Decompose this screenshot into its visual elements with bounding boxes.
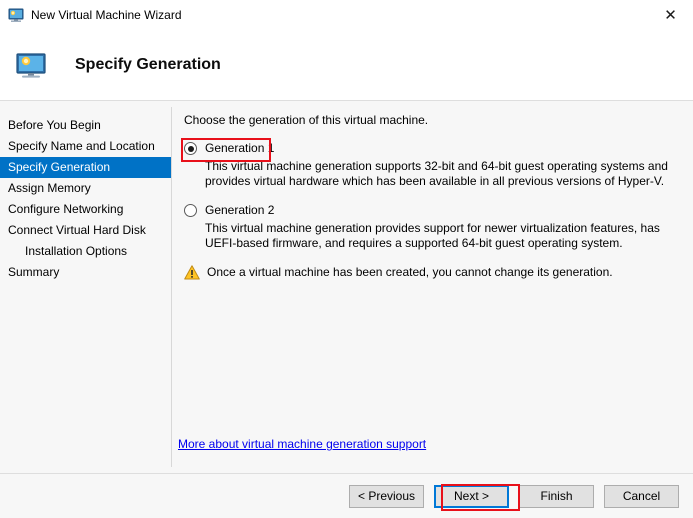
sidebar-item-before-you-begin[interactable]: Before You Begin — [0, 115, 171, 136]
finish-button[interactable]: Finish — [519, 484, 594, 508]
generation-1-label[interactable]: Generation 1 — [205, 141, 274, 155]
sidebar-item-summary[interactable]: Summary — [0, 262, 171, 283]
close-button[interactable]: ✕ — [648, 0, 693, 30]
generation-2-label[interactable]: Generation 2 — [205, 203, 274, 217]
virtual-machine-monitor-icon — [15, 49, 47, 81]
generation-1-option-row[interactable]: Generation 1 — [184, 141, 693, 155]
next-button[interactable]: Next > — [434, 484, 509, 508]
page-title: Specify Generation — [75, 56, 221, 73]
close-icon: ✕ — [664, 5, 677, 24]
sidebar-item-specify-name-and-location[interactable]: Specify Name and Location — [0, 136, 171, 157]
sidebar-item-installation-options[interactable]: Installation Options — [0, 241, 171, 262]
title-bar: New Virtual Machine Wizard ✕ — [0, 0, 693, 30]
generation-warning: Once a virtual machine has been created,… — [184, 265, 693, 280]
content-pane: Choose the generation of this virtual ma… — [172, 101, 693, 473]
generation-2-radio[interactable] — [184, 204, 197, 217]
previous-button[interactable]: < Previous — [349, 484, 424, 508]
warning-triangle-icon — [184, 265, 200, 280]
window-title: New Virtual Machine Wizard — [31, 8, 182, 22]
intro-text: Choose the generation of this virtual ma… — [184, 113, 429, 127]
generation-2-option-row[interactable]: Generation 2 — [184, 203, 693, 217]
more-about-generation-support-link[interactable]: More about virtual machine generation su… — [178, 437, 426, 451]
sidebar-item-specify-generation[interactable]: Specify Generation — [0, 157, 171, 178]
warning-text: Once a virtual machine has been created,… — [207, 265, 613, 279]
generation-2-description: This virtual machine generation provides… — [205, 221, 660, 250]
new-virtual-machine-wizard-window: New Virtual Machine Wizard ✕ Specify Gen… — [0, 0, 693, 518]
wizard-step-sidebar: Before You Begin Specify Name and Locati… — [0, 101, 171, 473]
wizard-header: Specify Generation — [0, 30, 693, 100]
sidebar-item-assign-memory[interactable]: Assign Memory — [0, 178, 171, 199]
wizard-footer: < Previous Next > Finish Cancel — [0, 474, 693, 518]
sidebar-item-connect-virtual-hard-disk[interactable]: Connect Virtual Hard Disk — [0, 220, 171, 241]
virtual-machine-monitor-icon — [8, 7, 24, 23]
sidebar-item-configure-networking[interactable]: Configure Networking — [0, 199, 171, 220]
cancel-button[interactable]: Cancel — [604, 484, 679, 508]
generation-1-radio[interactable] — [184, 142, 197, 155]
generation-1-description: This virtual machine generation supports… — [205, 159, 668, 188]
wizard-body: Before You Begin Specify Name and Locati… — [0, 101, 693, 473]
